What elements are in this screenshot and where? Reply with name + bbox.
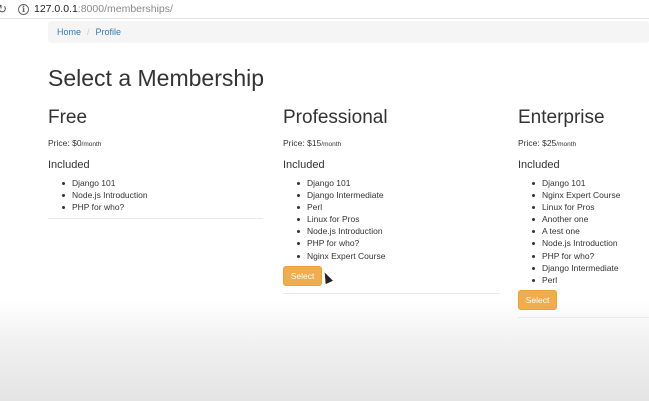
feature-list: Django 101 Nginx Expert Course Linux for… [518, 177, 649, 286]
feature-item: Django Intermediate [283, 189, 500, 201]
feature-item: Nginx Expert Course [518, 189, 649, 201]
info-icon[interactable]: i [18, 4, 29, 15]
price-amount: Price: $0 [48, 138, 82, 148]
included-heading: Included [48, 159, 90, 171]
feature-item: Django 101 [283, 177, 500, 189]
plan-enterprise: Enterprise Price: $25/month Included Dja… [518, 107, 649, 310]
url-path: :8000/memberships/ [77, 3, 173, 15]
feature-item: Node.js Introduction [283, 225, 500, 237]
feature-list: Django 101 Node.js Introduction PHP for … [48, 177, 263, 213]
divider [48, 218, 263, 219]
breadcrumb-home-link[interactable]: Home [57, 27, 81, 37]
feature-item: Linux for Pros [518, 201, 649, 213]
feature-item: A test one [518, 225, 649, 237]
feature-item: Node.js Introduction [518, 237, 649, 249]
divider [518, 317, 649, 318]
plan-name: Professional [283, 107, 388, 128]
feature-item: Another one [518, 213, 649, 225]
plan-name: Free [48, 107, 88, 128]
divider [283, 293, 500, 294]
feature-item: Node.js Introduction [48, 189, 263, 201]
breadcrumb: Home / Profile [48, 21, 649, 43]
breadcrumb-profile-link[interactable]: Profile [96, 27, 122, 37]
feature-item: Perl [518, 274, 649, 286]
feature-item: Django Intermediate [518, 262, 649, 274]
url-text[interactable]: 127.0.0.1:8000/memberships/ [34, 3, 173, 16]
price-unit: /month [81, 141, 102, 148]
reload-icon[interactable]: ↻ [0, 3, 9, 15]
included-heading: Included [283, 159, 325, 171]
feature-item: Linux for Pros [283, 213, 500, 225]
select-enterprise-button[interactable]: Select [518, 289, 557, 310]
select-professional-button[interactable]: Select [283, 265, 322, 286]
plan-free: Free Price: $0/month Included Django 101… [48, 107, 263, 213]
feature-item: Nginx Expert Course [283, 250, 500, 262]
price-amount: Price: $15 [283, 138, 322, 148]
page-title: Select a Membership [48, 65, 265, 91]
address-bar[interactable]: ↻ i 127.0.0.1:8000/memberships/ [0, 0, 649, 19]
price-unit: /month [321, 141, 342, 148]
price-unit: /month [556, 141, 577, 148]
feature-item: Django 101 [48, 177, 263, 189]
feature-item: PHP for who? [48, 201, 263, 213]
feature-item: Perl [283, 201, 500, 213]
plan-price: Price: $15/month [283, 137, 500, 151]
plan-price: Price: $0/month [48, 137, 263, 151]
plan-name: Enterprise [518, 107, 605, 128]
feature-item: Django 101 [518, 177, 649, 189]
plan-price: Price: $25/month [518, 137, 649, 151]
feature-list: Django 101 Django Intermediate Perl Linu… [283, 177, 500, 262]
feature-item: PHP for who? [518, 250, 649, 262]
plan-professional: Professional Price: $15/month Included D… [283, 107, 500, 286]
price-amount: Price: $25 [518, 138, 557, 148]
url-host: 127.0.0.1 [34, 3, 78, 15]
breadcrumb-separator: / [87, 27, 90, 37]
included-heading: Included [518, 159, 560, 171]
feature-item: PHP for who? [283, 237, 500, 249]
